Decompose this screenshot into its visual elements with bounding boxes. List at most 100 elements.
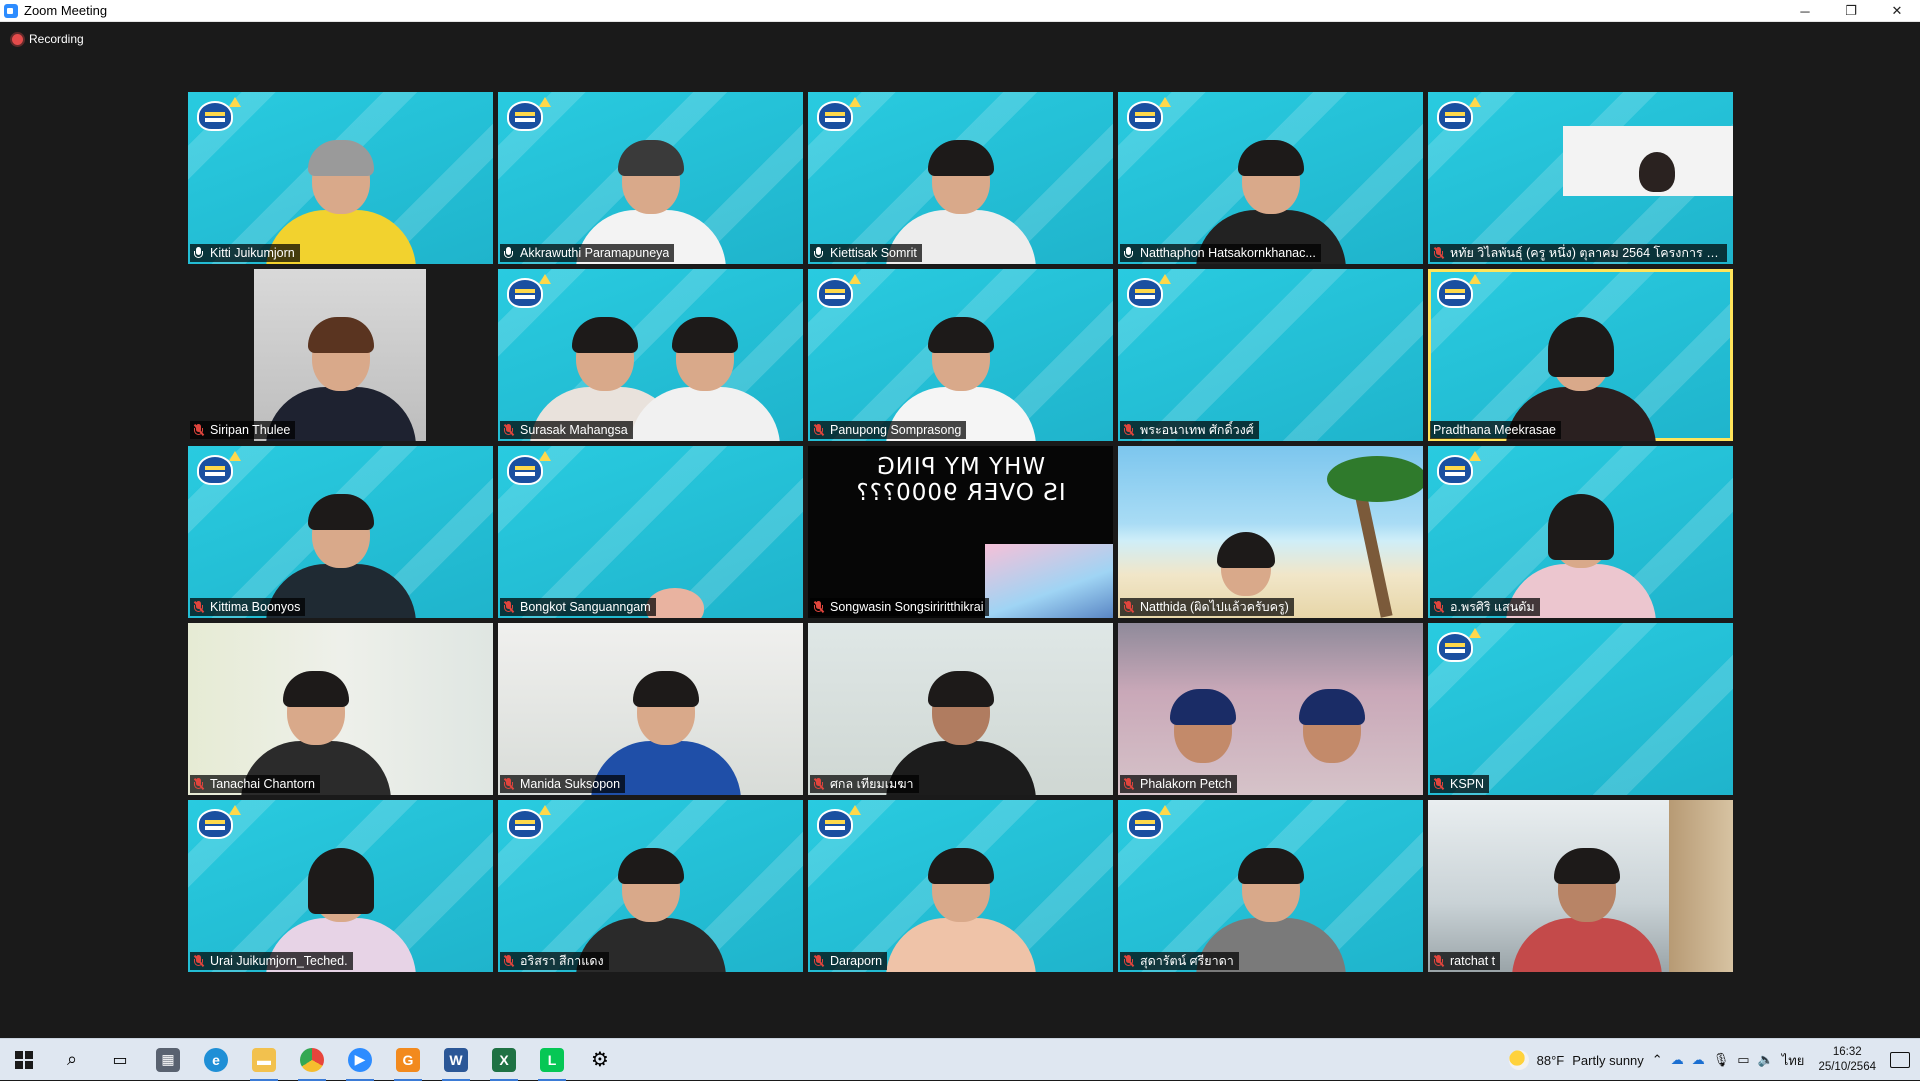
speaker-icon[interactable]: 🔈 [1758,1052,1774,1068]
event-logo-icon [1123,805,1179,849]
event-logo-icon [813,805,869,849]
participant-name-label: Akkrawuthi Paramapuneya [500,244,675,262]
line-icon: L [540,1047,564,1072]
active-speaker-tile[interactable]: Pradthana Meekrasae [1428,269,1733,441]
video-tile[interactable]: Urai Juikumjorn_Teched. [188,800,493,972]
participant-name-label: Natthida (ผิดไปแล้วครับครู) [1120,598,1294,616]
participant-name-label: ศกล เทียมเมฆา [810,775,919,793]
onedrive-icon[interactable]: ☁ [1671,1052,1684,1068]
video-tile[interactable]: อ.พรศิริ แสนดัม [1428,446,1733,618]
participant-name-label: Kittima Boonyos [190,598,306,616]
recording-label: Recording [29,32,84,46]
event-logo-icon [813,97,869,141]
mic-muted-icon [193,777,205,791]
system-tray: 88°F Partly sunny ⌃ ☁ ☁ 🎙 ▭ 🔈 ไทย 16:32 … [1508,1039,1920,1081]
network-icon[interactable]: ▭ [1737,1052,1749,1068]
participant-name-label: Kiettisak Somrit [810,244,922,262]
line-app[interactable]: L [528,1039,576,1081]
participant-video [885,848,1036,972]
video-tile[interactable]: หทัย วิไลพันธุ์ (ครู หนึ่ง) ตุลาคม 2564 … [1428,92,1733,264]
event-logo-icon [1433,451,1489,495]
mic-muted-icon [1433,246,1445,260]
participant-name-label: KSPN [1430,775,1490,793]
weather-description[interactable]: Partly sunny [1572,1053,1644,1068]
video-tile[interactable]: Kitti Juikumjorn [188,92,493,264]
task-view-button[interactable]: ▭ [96,1039,144,1081]
video-tile[interactable]: WHY MY PING IS OVER 9000??? Songwasin Son… [808,446,1113,618]
video-tile[interactable]: Kiettisak Somrit [808,92,1113,264]
video-tile[interactable]: Kittima Boonyos [188,446,493,618]
excel-app[interactable]: X [480,1039,528,1081]
participant-name-label: Kitti Juikumjorn [190,244,300,262]
microphone-icon[interactable]: 🎙 [1713,1052,1730,1068]
app-icon: G [396,1047,420,1072]
participant-name-label: สุดารัตน์ ศรียาดา [1120,952,1239,970]
mic-muted-icon [813,777,825,791]
video-tile[interactable]: KSPN [1428,623,1733,795]
mic-muted-icon [193,954,205,968]
restore-button[interactable]: ❐ [1828,0,1874,22]
video-tile[interactable]: Siripan Thulee [188,269,493,441]
video-tile[interactable]: อริสรา สีกาแดง [498,800,803,972]
chrome-app[interactable] [288,1039,336,1081]
minimize-button[interactable]: ─ [1782,0,1828,22]
video-tile[interactable]: Daraporn [808,800,1113,972]
participant-name-label: Manida Suksopon [500,775,626,793]
notification-icon[interactable] [1890,1052,1910,1068]
clock-date: 25/10/2564 [1818,1061,1876,1073]
video-tile[interactable]: Natthida (ผิดไปแล้วครับครู) [1118,446,1423,618]
weather-temperature[interactable]: 88°F [1537,1053,1565,1068]
mic-muted-icon [813,423,825,437]
window-title: Zoom Meeting [24,3,108,18]
onedrive-icon[interactable]: ☁ [1692,1052,1705,1068]
video-tile[interactable]: Akkrawuthi Paramapuneya [498,92,803,264]
video-tile[interactable]: Manida Suksopon [498,623,803,795]
video-tile[interactable]: สุดารัตน์ ศรียาดา [1118,800,1423,972]
participant-name-label: อ.พรศิริ แสนดัม [1430,598,1540,616]
mic-icon [1123,247,1135,259]
participant-name-label: Panupong Somprasong [810,421,967,439]
file-explorer-app[interactable]: ▬ [240,1039,288,1081]
start-button[interactable] [0,1039,48,1081]
video-tile[interactable]: ratchat t [1428,800,1733,972]
calculator-app[interactable]: ▦ [144,1039,192,1081]
language-indicator[interactable]: ไทย [1782,1050,1805,1071]
video-tile[interactable]: Panupong Somprasong [808,269,1113,441]
chevron-up-icon[interactable]: ⌃ [1652,1052,1663,1068]
word-app[interactable]: W [432,1039,480,1081]
close-button[interactable]: ✕ [1874,0,1920,22]
video-tile[interactable]: Tanachai Chantorn [188,623,493,795]
event-logo-icon [193,805,249,849]
weather-icon[interactable] [1508,1050,1529,1070]
search-button[interactable]: ⌕ [48,1039,96,1081]
video-tile[interactable]: ศกล เทียมเมฆา [808,623,1113,795]
mic-muted-icon [1433,777,1445,791]
event-logo-icon [503,805,559,849]
video-tile[interactable]: Phalakorn Petch [1118,623,1423,795]
mic-icon [503,247,515,259]
recording-indicator[interactable]: Recording [12,32,84,46]
event-logo-icon [503,97,559,141]
mic-muted-icon [1123,600,1135,614]
edge-app[interactable]: e [192,1039,240,1081]
event-logo-icon [1433,97,1489,141]
participant-name-label: Pradthana Meekrasae [1430,421,1561,439]
calculator-icon: ▦ [156,1047,180,1072]
settings-app[interactable]: ⚙ [576,1039,624,1081]
participant-video [630,317,781,441]
video-tile[interactable]: พระอนาเทพ ศักดิ์วงศ์ [1118,269,1423,441]
video-tile[interactable]: Natthaphon Hatsakornkhanac... [1118,92,1423,264]
mic-muted-icon [813,600,825,614]
gallery-app[interactable]: G [384,1039,432,1081]
video-tile[interactable]: Surasak Mahangsa [498,269,803,441]
mic-muted-icon [503,600,515,614]
participant-video [1511,848,1662,972]
clock[interactable]: 16:32 25/10/2564 [1818,1045,1876,1075]
windows-logo-icon [15,1050,33,1069]
mic-muted-icon [1433,600,1445,614]
windows-taskbar: ⌕ ▭ ▦ e ▬ ▶ G W X L ⚙ 88°F Partly sunny … [0,1038,1920,1081]
mic-muted-icon [193,600,205,614]
meme-image [985,544,1113,618]
zoom-app[interactable]: ▶ [336,1039,384,1081]
video-tile[interactable]: Bongkot Sanguanngam [498,446,803,618]
